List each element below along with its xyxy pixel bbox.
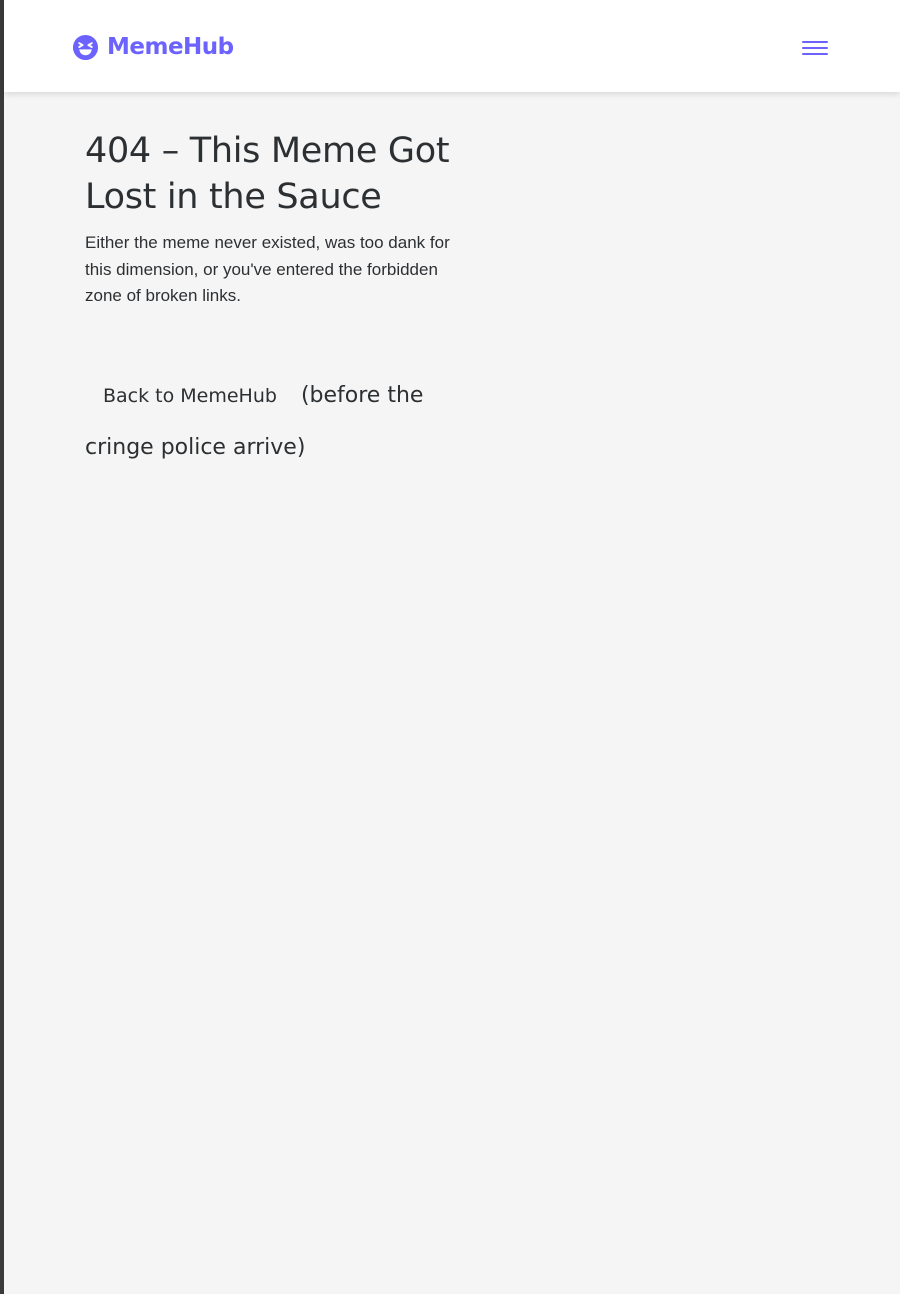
hamburger-menu-icon[interactable] (800, 39, 830, 59)
hamburger-line (802, 47, 828, 49)
page-title: 404 – This Meme Got Lost in the Sauce (85, 131, 450, 217)
window-edge (0, 0, 4, 1294)
hamburger-line (802, 41, 828, 43)
back-to-home-button[interactable]: Back to MemeHub (85, 370, 295, 422)
hamburger-line (802, 53, 828, 55)
laughing-face-icon (72, 34, 99, 60)
brand-name: MemeHub (107, 34, 234, 60)
brand-logo-link[interactable]: MemeHub (72, 31, 234, 63)
error-content: 404 – This Meme Got Lost in the Sauce Ei… (85, 128, 455, 474)
back-cta-line: Back to MemeHub (before the cringe police… (85, 370, 455, 474)
navbar: MemeHub (4, 0, 900, 92)
error-description: Either the meme never existed, was too d… (85, 233, 450, 305)
